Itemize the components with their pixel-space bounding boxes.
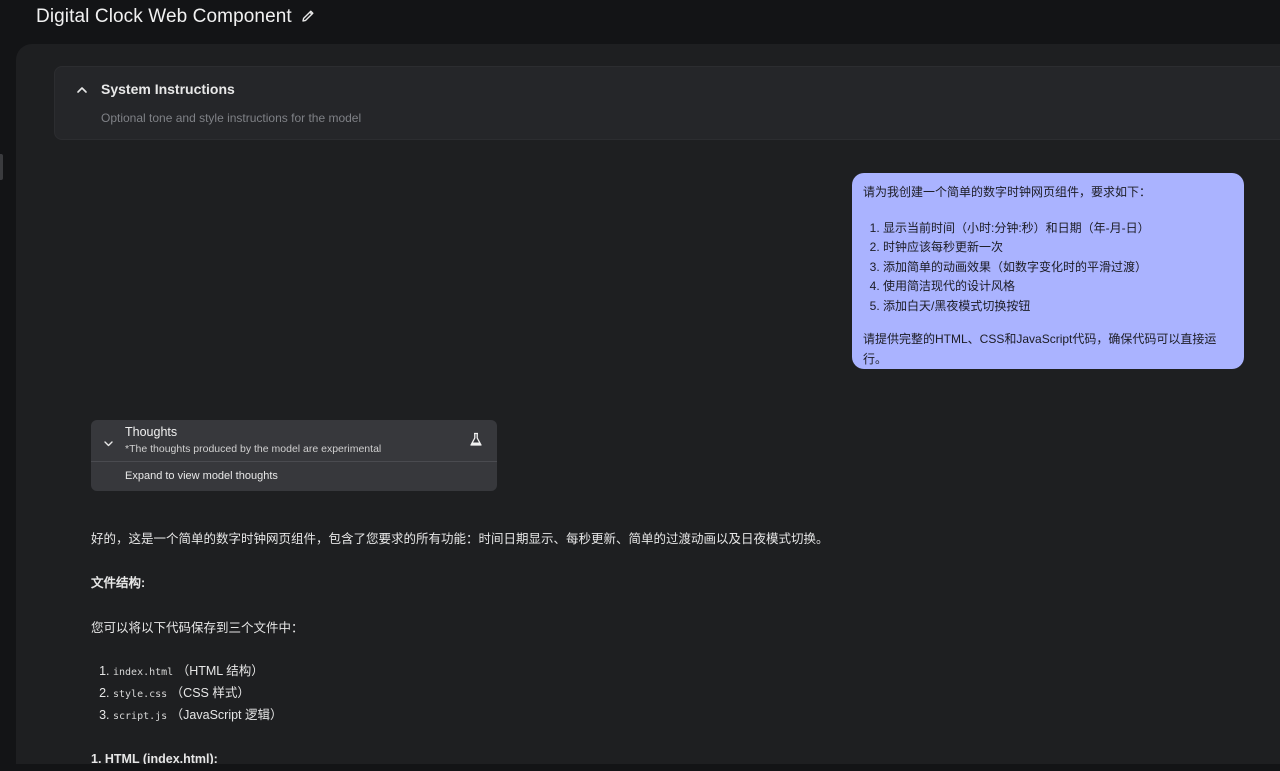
thoughts-panel[interactable]: Thoughts *The thoughts produced by the m…: [91, 420, 497, 491]
inline-code: style.css: [113, 689, 168, 700]
user-message-outro: 请提供完整的HTML、CSS和JavaScript代码，确保代码可以直接运行。: [863, 332, 1217, 366]
system-instructions-panel[interactable]: System Instructions Optional tone and st…: [54, 66, 1280, 140]
file-description: （JavaScript 逻辑）: [170, 708, 283, 722]
response-paragraph: 您可以将以下代码保存到三个文件中：: [91, 621, 304, 635]
file-description: （HTML 结构）: [176, 664, 264, 678]
list-item: 添加白天/黑夜模式切换按钮: [883, 297, 1233, 317]
rail-indicator[interactable]: [0, 154, 3, 180]
thoughts-title: Thoughts: [125, 425, 178, 439]
pencil-icon[interactable]: [300, 8, 316, 24]
expand-thoughts-button[interactable]: Expand to view model thoughts: [125, 470, 278, 482]
chevron-down-icon[interactable]: [103, 436, 114, 447]
flask-icon: [469, 432, 483, 447]
file-description: （CSS 样式）: [170, 686, 250, 700]
thoughts-header[interactable]: Thoughts *The thoughts produced by the m…: [91, 420, 497, 462]
chat-panel: System Instructions Optional tone and st…: [16, 44, 1280, 771]
system-instructions-title: System Instructions: [101, 81, 235, 97]
list-item: 时钟应该每秒更新一次: [883, 238, 1233, 258]
list-item: style.css （CSS 样式）: [113, 683, 283, 705]
left-rail: [0, 44, 16, 771]
inline-code: index.html: [113, 667, 174, 678]
system-instructions-input[interactable]: Optional tone and style instructions for…: [101, 111, 361, 125]
bottom-bar: [16, 764, 1280, 771]
list-item: 显示当前时间（小时:分钟:秒）和日期（年-月-日）: [883, 219, 1233, 239]
user-message-intro: 请为我创建一个简单的数字时钟网页组件，要求如下：: [863, 185, 1152, 199]
file-list: index.html （HTML 结构） style.css （CSS 样式） …: [91, 661, 283, 727]
user-message-bubble: 请为我创建一个简单的数字时钟网页组件，要求如下： 显示当前时间（小时:分钟:秒）…: [852, 173, 1244, 369]
list-item: script.js （JavaScript 逻辑）: [113, 705, 283, 727]
list-item: 添加简单的动画效果（如数字变化时的平滑过渡）: [883, 258, 1233, 278]
chevron-up-icon[interactable]: [75, 83, 89, 97]
list-item: 使用简洁现代的设计风格: [883, 277, 1233, 297]
user-message-list: 显示当前时间（小时:分钟:秒）和日期（年-月-日） 时钟应该每秒更新一次 添加简…: [863, 219, 1233, 317]
list-item: index.html （HTML 结构）: [113, 661, 283, 683]
thoughts-note: *The thoughts produced by the model are …: [125, 443, 382, 455]
page-title: Digital Clock Web Component: [36, 6, 292, 27]
response-paragraph: 好的，这是一个简单的数字时钟网页组件，包含了您要求的所有功能：时间日期显示、每秒…: [91, 532, 829, 546]
response-heading: 文件结构:: [91, 576, 146, 590]
top-bar: Digital Clock Web Component: [0, 0, 1280, 44]
inline-code: script.js: [113, 711, 168, 722]
